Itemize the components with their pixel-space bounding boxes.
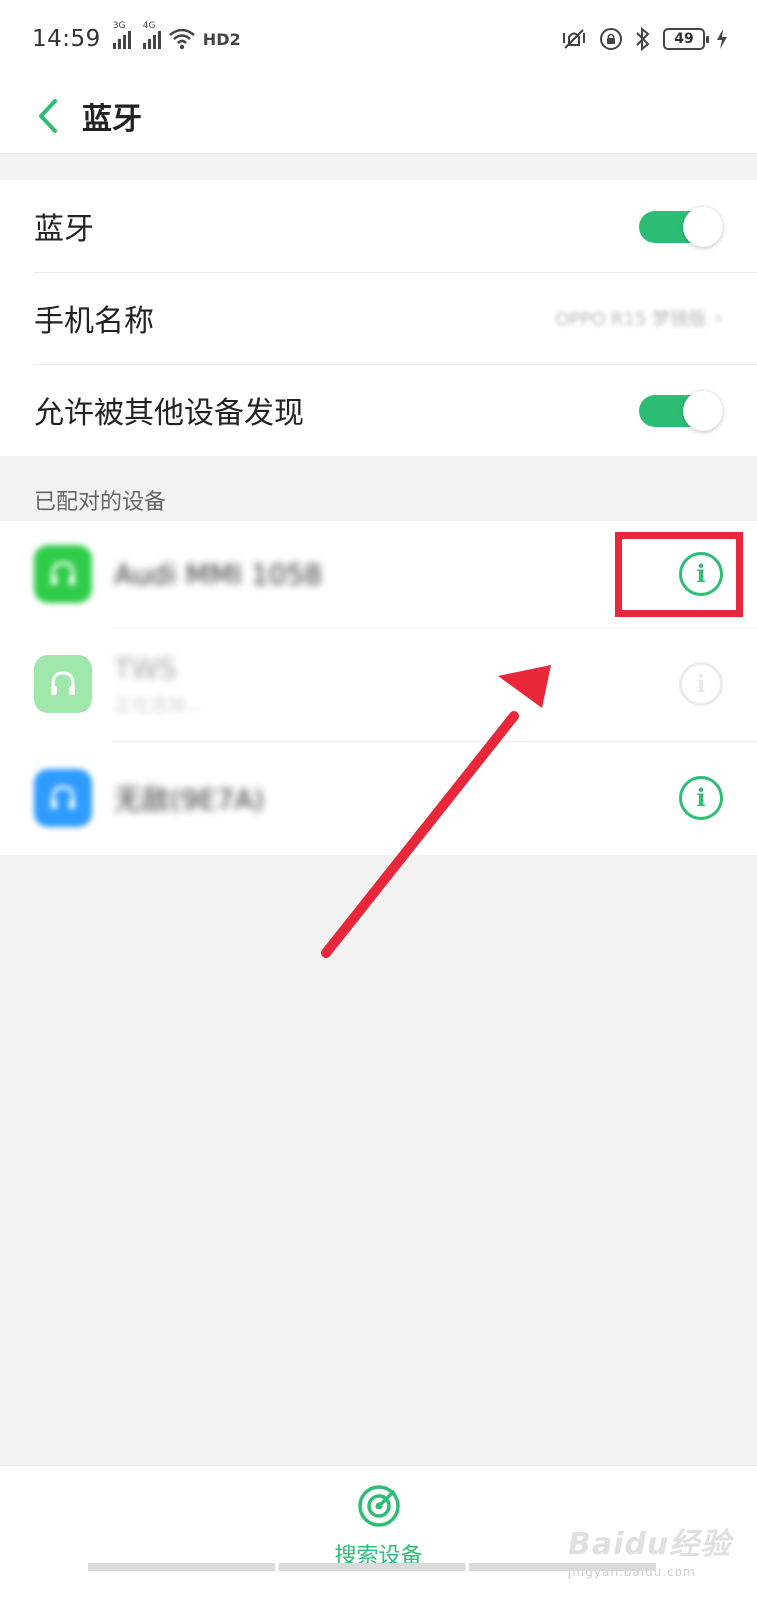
paired-devices-list: Audi MMI 1058 i TWS 正在连接... i 无敌(9E7A) i [0,521,757,855]
bluetooth-settings-card: 蓝牙 手机名称 OPPO R15 梦镜版 › 允许被其他设备发现 [0,180,757,456]
device-name: TWS [114,651,177,685]
battery-icon: 49 [663,28,709,50]
headset-icon [34,655,92,713]
bluetooth-label: 蓝牙 [34,212,94,247]
info-icon: i [696,559,706,588]
phone-name-row[interactable]: 手机名称 OPPO R15 梦镜版 › [0,272,757,364]
battery-level: 49 [674,31,694,47]
toggle-thumb [683,207,723,247]
device-info-button[interactable]: i [679,552,723,596]
chevron-right-icon: › [714,305,723,331]
device-text: 无敌(9E7A) [114,778,264,818]
paired-device-item[interactable]: Audi MMI 1058 i [0,521,757,627]
charging-icon [717,29,727,49]
radar-scan-icon [357,1485,400,1527]
vibrate-mute-icon [563,29,585,49]
paired-device-item[interactable]: 无敌(9E7A) i [0,741,757,855]
phone-name-label: 手机名称 [34,304,154,339]
signal-3g-icon: 3G [112,21,131,49]
device-name: 无敌(9E7A) [114,783,265,816]
headset-icon [34,769,92,827]
bluetooth-row[interactable]: 蓝牙 [0,180,757,272]
status-bar: 14:59 3G 4G HD2 49 [0,0,757,78]
hd-voice-icon: HD2 [202,29,241,49]
device-info-button[interactable]: i [679,662,723,706]
app-bar: 蓝牙 [0,78,757,154]
status-time: 14:59 [32,26,101,52]
page-title: 蓝牙 [82,101,142,137]
device-info-button[interactable]: i [679,776,723,820]
signal-4g-icon: 4G [142,21,161,49]
status-left: 14:59 3G 4G HD2 [32,21,241,52]
paired-device-item[interactable]: TWS 正在连接... i [0,627,757,741]
device-name: Audi MMI 1058 [114,557,323,591]
headset-icon [34,545,92,603]
rotation-lock-icon [600,28,622,50]
bluetooth-toggle[interactable] [639,207,723,247]
back-button[interactable] [28,96,68,136]
wifi-icon [168,28,195,50]
info-icon: i [696,783,706,812]
phone-name-value: OPPO R15 梦镜版 [555,309,707,330]
navigation-gesture-bar [88,1563,657,1571]
bottom-bar: 搜索设备 Baidu经验 jingyan.baidu.com [0,1465,757,1600]
chevron-left-icon [39,98,57,133]
discoverable-label: 允许被其他设备发现 [34,396,304,431]
watermark-text: Baidu经验 [568,1527,732,1562]
network-4g-label: 4G [142,21,156,31]
bluetooth-icon [636,27,650,51]
paired-devices-header: 已配对的设备 [34,490,167,515]
network-3g-label: 3G [112,21,126,31]
discoverable-toggle[interactable] [639,391,723,431]
info-icon: i [696,669,706,698]
discoverable-row[interactable]: 允许被其他设备发现 [0,364,757,456]
device-text: Audi MMI 1058 [114,558,322,591]
device-text: TWS 正在连接... [114,652,203,717]
device-status: 正在连接... [114,694,204,716]
status-right: 49 [561,27,727,51]
toggle-thumb [683,391,723,431]
